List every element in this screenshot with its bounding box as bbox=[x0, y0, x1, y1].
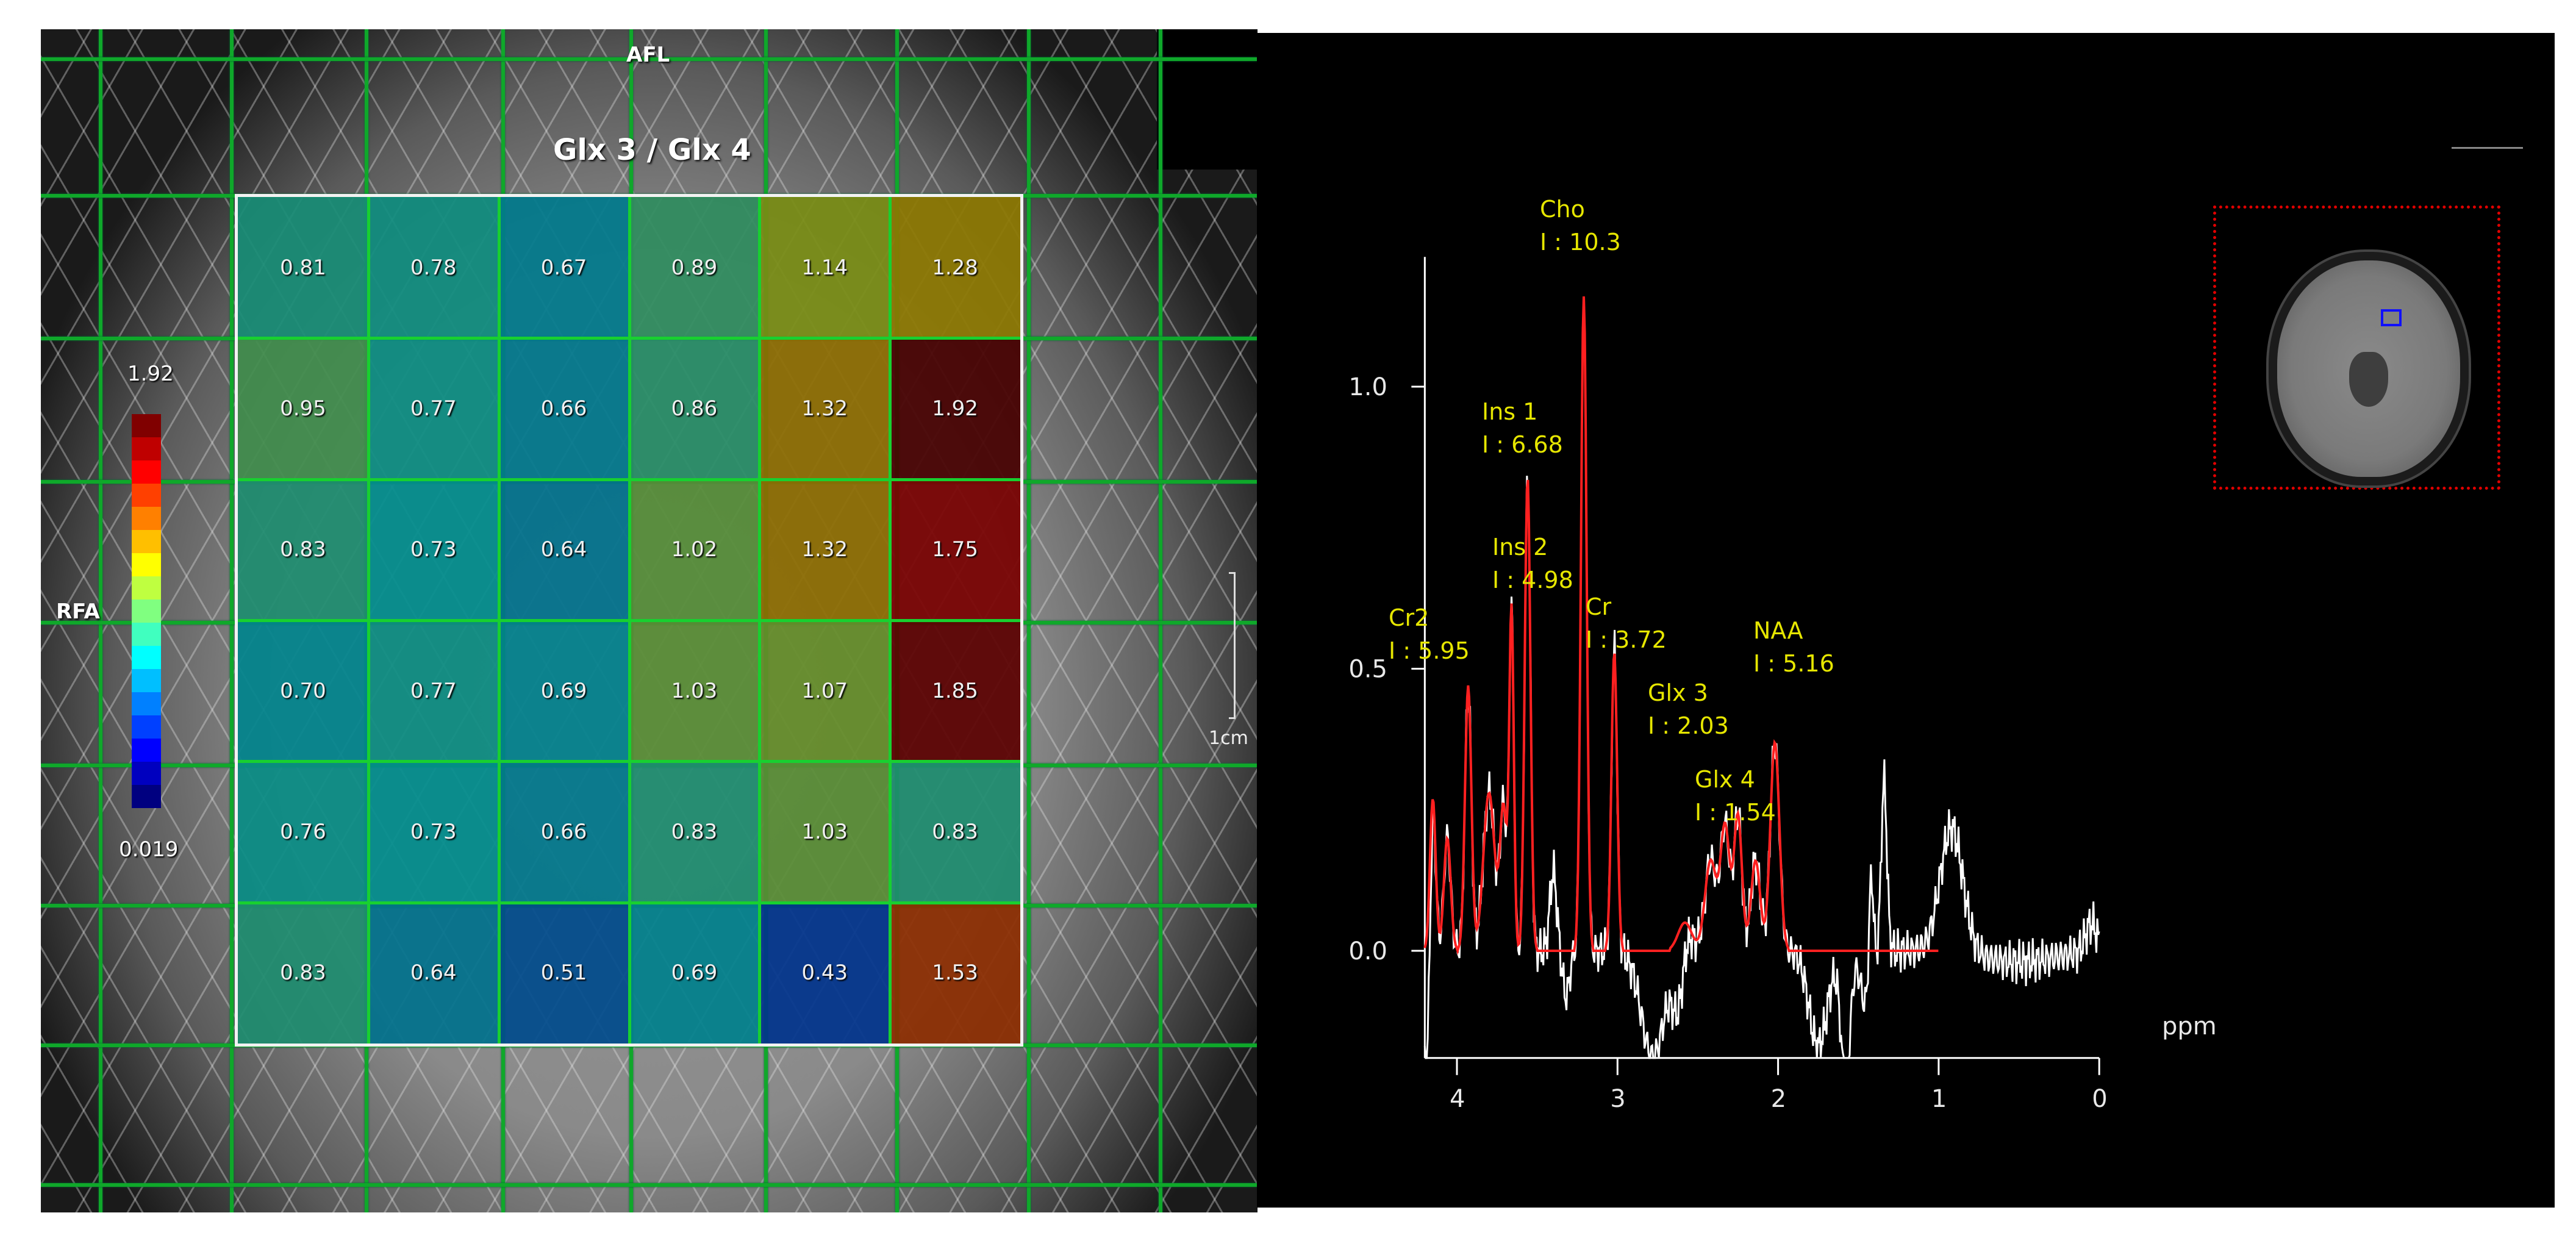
heatmap-cell[interactable]: 0.43 bbox=[759, 902, 890, 1043]
heatmap-cell[interactable]: 0.77 bbox=[368, 338, 499, 479]
heatmap-cell[interactable]: 0.64 bbox=[368, 902, 499, 1043]
peak-intensity-label: I : 3.72 bbox=[1586, 626, 1667, 653]
peak-intensity-label: I : 1.54 bbox=[1695, 799, 1776, 826]
heatmap-cell[interactable]: 0.51 bbox=[498, 902, 629, 1043]
scale-bar bbox=[1229, 572, 1236, 719]
heatmap-cell[interactable]: 0.95 bbox=[238, 338, 368, 479]
peak-intensity-label: I : 10.3 bbox=[1540, 229, 1621, 256]
peak-name-label: Cho bbox=[1540, 196, 1585, 223]
x-tick-label: 3 bbox=[1610, 1085, 1625, 1113]
mrsi-map-panel: 0.81 0.78 0.67 0.89 1.14 1.28 0.95 0.77 0.66 0.86… bbox=[41, 29, 1258, 1212]
colorbar bbox=[132, 414, 161, 808]
heatmap-cell[interactable]: 1.92 bbox=[890, 338, 1020, 479]
heatmap-cell[interactable]: 0.83 bbox=[890, 761, 1020, 903]
ventricles bbox=[2349, 352, 2388, 407]
x-tick-label: 4 bbox=[1450, 1085, 1465, 1113]
heatmap-cell[interactable]: 0.73 bbox=[368, 479, 499, 620]
scale-bar-label: 1cm bbox=[1209, 728, 1248, 749]
heatmap-cell[interactable]: 1.28 bbox=[890, 197, 1020, 338]
heatmap-cell[interactable]: 1.02 bbox=[629, 479, 760, 620]
heatmap-cell[interactable]: 0.67 bbox=[498, 197, 629, 338]
peak-intensity-label: I : 6.68 bbox=[1482, 431, 1563, 458]
peak-intensity-label: I : 5.16 bbox=[1753, 650, 1834, 677]
heatmap-grid-line bbox=[889, 197, 892, 1043]
heatmap-cell[interactable]: 0.81 bbox=[238, 197, 368, 338]
heatmap-cell[interactable]: 0.70 bbox=[238, 620, 368, 762]
peak-name-label: Cr2 bbox=[1389, 604, 1429, 631]
localizer-thumbnail[interactable] bbox=[2213, 206, 2500, 490]
y-tick-label: 0.5 bbox=[1348, 656, 1387, 684]
selected-voxel-marker[interactable] bbox=[2381, 309, 2402, 326]
peak-name-label: Ins 1 bbox=[1482, 398, 1537, 425]
heatmap-cell[interactable]: 1.03 bbox=[759, 761, 890, 903]
heatmap-cell[interactable]: 0.66 bbox=[498, 338, 629, 479]
peak-intensity-label: I : 2.03 bbox=[1648, 712, 1729, 739]
heatmap-cell[interactable]: 1.85 bbox=[890, 620, 1020, 762]
peak-intensity-label: I : 5.95 bbox=[1389, 637, 1470, 664]
x-axis-label: ppm bbox=[2162, 1012, 2217, 1040]
axes: 4 3 2 1 0 0.0 0.5 1.0 bbox=[1348, 257, 2108, 1113]
peak-name-label: Glx 4 bbox=[1695, 766, 1755, 793]
x-tick-label: 1 bbox=[1931, 1085, 1947, 1113]
peak-intensity-label: I : 4.98 bbox=[1492, 567, 1573, 593]
heatmap-cell[interactable]: 0.83 bbox=[629, 761, 760, 903]
heatmap-cell[interactable]: 0.89 bbox=[629, 197, 760, 338]
heatmap-grid-line bbox=[238, 901, 1020, 904]
heatmap-grid-line bbox=[238, 619, 1020, 622]
peak-name-label: Ins 2 bbox=[1492, 534, 1548, 560]
peak-name-label: Glx 3 bbox=[1648, 679, 1708, 706]
ratio-heatmap[interactable]: 0.81 0.78 0.67 0.89 1.14 1.28 0.95 0.77 0.66 0.86… bbox=[235, 194, 1023, 1047]
heatmap-cell[interactable]: 0.69 bbox=[498, 620, 629, 762]
colorbar-max-label: 1.92 bbox=[127, 362, 174, 386]
heatmap-grid-line bbox=[758, 197, 762, 1043]
grid-line-horizontal bbox=[41, 1183, 1258, 1187]
spectrum-panel: 4 3 2 1 0 0.0 0.5 1.0 Cho I : 10.3 Ins 1 I : 6.68 I… bbox=[1257, 33, 2555, 1208]
heatmap-cell[interactable]: 1.53 bbox=[890, 902, 1020, 1043]
heatmap-cell[interactable]: 0.64 bbox=[498, 479, 629, 620]
brain-axial-image bbox=[2277, 260, 2460, 477]
peak-name-label: Cr bbox=[1586, 593, 1612, 620]
heatmap-cell[interactable]: 1.32 bbox=[759, 479, 890, 620]
heatmap-cell[interactable]: 0.83 bbox=[238, 479, 368, 620]
heatmap-cell[interactable]: 0.76 bbox=[238, 761, 368, 903]
heatmap-cell[interactable]: 0.73 bbox=[368, 761, 499, 903]
y-tick-label: 1.0 bbox=[1348, 373, 1387, 401]
orientation-top-label: AFL bbox=[626, 43, 670, 67]
colorbar-min-label: 0.019 bbox=[119, 837, 179, 862]
heatmap-cell[interactable]: 0.86 bbox=[629, 338, 760, 479]
x-tick-label: 2 bbox=[1771, 1085, 1786, 1113]
peak-name-label: NAA bbox=[1753, 617, 1803, 644]
divider-line bbox=[2452, 147, 2523, 149]
map-title: Glx 3 / Glx 4 bbox=[553, 133, 751, 167]
heatmap-cell[interactable]: 1.14 bbox=[759, 197, 890, 338]
heatmap-cell[interactable]: 0.78 bbox=[368, 197, 499, 338]
heatmap-cell[interactable]: 1.03 bbox=[629, 620, 760, 762]
heatmap-cell[interactable]: 0.66 bbox=[498, 761, 629, 903]
heatmap-cell[interactable]: 0.83 bbox=[238, 902, 368, 1043]
x-tick-label: 0 bbox=[2092, 1085, 2107, 1113]
heatmap-cell[interactable]: 0.77 bbox=[368, 620, 499, 762]
heatmap-cell[interactable]: 0.69 bbox=[629, 902, 760, 1043]
heatmap-cell[interactable]: 1.32 bbox=[759, 338, 890, 479]
orientation-left-label: RFA bbox=[56, 600, 100, 624]
heatmap-cell[interactable]: 1.75 bbox=[890, 479, 1020, 620]
heatmap-grid-line bbox=[238, 760, 1020, 764]
fitted-spectrum-line bbox=[1423, 296, 1939, 955]
y-tick-label: 0.0 bbox=[1348, 937, 1387, 965]
heatmap-cell[interactable]: 1.07 bbox=[759, 620, 890, 762]
